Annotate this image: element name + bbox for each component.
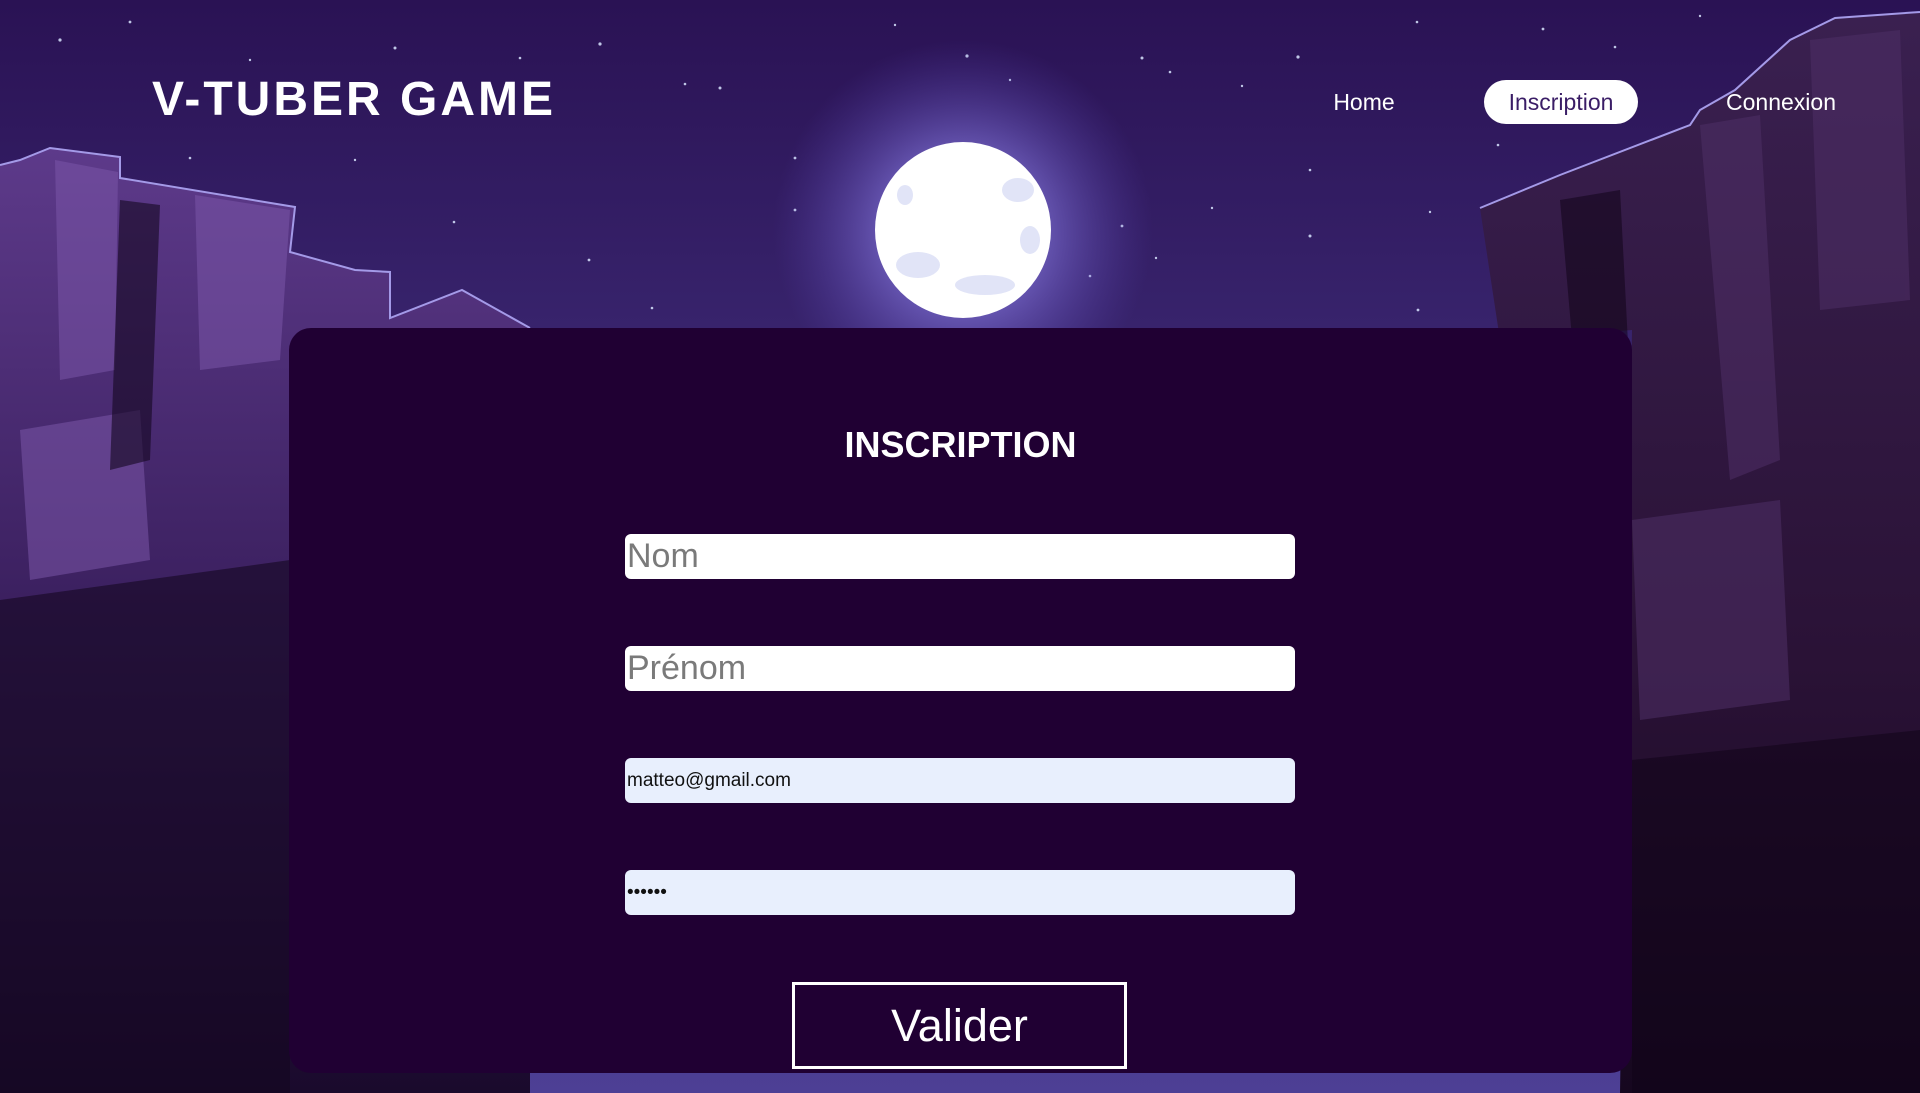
signup-card: INSCRIPTION Valider [289, 328, 1632, 1073]
main-nav: Home Inscription Connexion [0, 80, 1920, 128]
nav-connexion-link[interactable]: Connexion [1716, 80, 1846, 124]
nav-inscription-link[interactable]: Inscription [1484, 80, 1638, 124]
email-input[interactable] [625, 758, 1295, 803]
form-title: INSCRIPTION [844, 424, 1077, 465]
prenom-input[interactable] [625, 646, 1295, 691]
password-input[interactable] [625, 870, 1295, 915]
site-header: V-TUBER GAME Home Inscription Connexion [0, 0, 1920, 210]
submit-button[interactable]: Valider [792, 982, 1127, 1069]
nom-input[interactable] [625, 534, 1295, 579]
nav-home-link[interactable]: Home [1314, 80, 1414, 124]
